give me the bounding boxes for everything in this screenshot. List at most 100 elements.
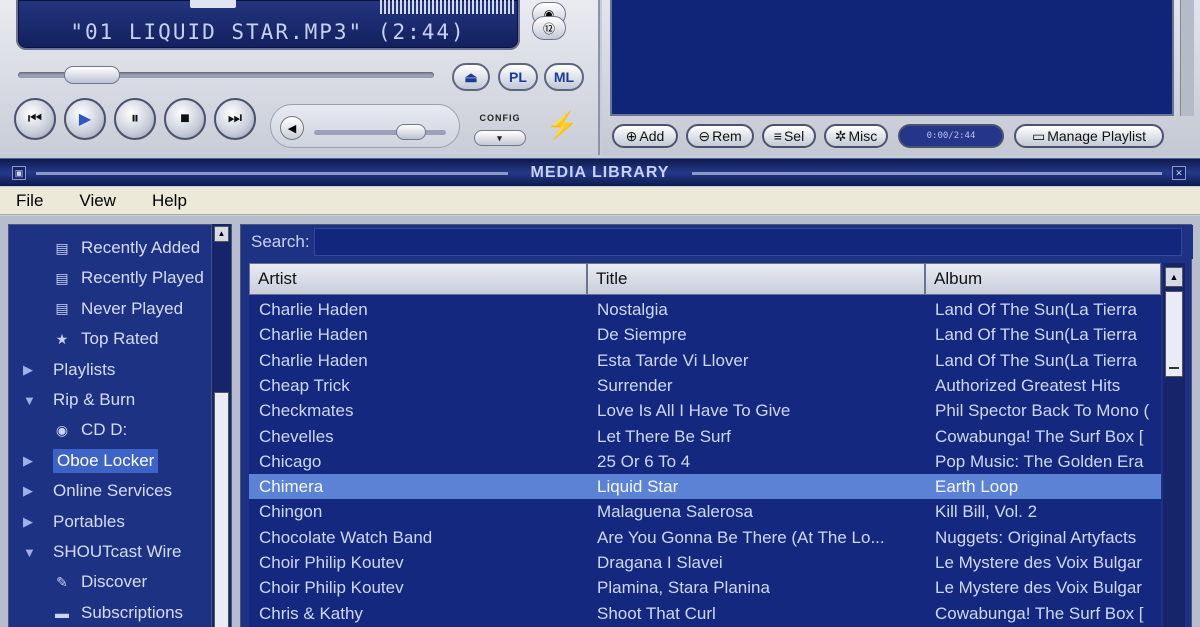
collapse-icon[interactable]: ▼ (23, 545, 41, 560)
library-main: Search: Artist Title Album Charlie Haden… (240, 224, 1193, 627)
album-cell: Phil Spector Back To Mono ( (935, 401, 1150, 421)
tree-item-label: Portables (53, 511, 125, 531)
artist-cell: Chicago (259, 451, 322, 471)
tree-item[interactable]: ▼ SHOUTcast Wire (9, 537, 181, 567)
misc-button[interactable]: ✲ Misc (824, 124, 888, 148)
player-panel: "01 LIQUID STAR.MP3" (2:44) ◉ ⑫ ⏏ PL ML … (0, 0, 600, 155)
title-cell: De Siempre (597, 325, 687, 345)
tree-scroll-thumb[interactable] (214, 392, 229, 627)
table-row[interactable]: Cheap Trick Surrender Authorized Greatest … (249, 373, 1161, 398)
table-row[interactable]: Charlie Haden Esta Tarde Vi Llover Land Of… (249, 348, 1161, 373)
scroll-up-icon[interactable]: ▲ (1165, 267, 1183, 287)
expand-icon[interactable]: ▶ (23, 514, 41, 530)
artist-cell: Checkmates (259, 401, 354, 421)
column-header-album[interactable]: Album (925, 263, 1161, 295)
tree-item-label: Never Played (81, 298, 184, 318)
tree-item[interactable]: ✎ Discover (51, 567, 147, 597)
table-row[interactable]: Chimera Liquid Star Earth Loop (249, 474, 1161, 500)
close-icon[interactable]: ✕ (1172, 166, 1186, 180)
menu-view[interactable]: View (79, 191, 116, 211)
eject-button[interactable]: ⏏ (452, 63, 490, 91)
table-row[interactable]: Charlie Haden De Siempre Land Of The Sun(L… (249, 322, 1161, 347)
misc-icon: ✲ (834, 127, 847, 144)
table-row[interactable]: Choir Philip Koutev Dragana I Slavei Le My… (249, 550, 1161, 575)
tree-item[interactable]: ▶ Playlists (9, 355, 115, 385)
eject-icon: ⏏ (464, 68, 478, 85)
album-cell: Authorized Greatest Hits (935, 375, 1121, 395)
album-cell: Le Mystere des Voix Bulgar (935, 578, 1142, 598)
artist-cell: Chingon (259, 502, 323, 522)
album-cell: Land Of The Sun(La Tierra (935, 300, 1137, 319)
play-button[interactable]: ▶ (64, 98, 106, 140)
search-input[interactable] (313, 228, 1182, 256)
kbps-indicator (190, 0, 236, 8)
collapse-icon[interactable]: ▼ (23, 393, 41, 408)
manage-playlist-button[interactable]: ▭ Manage Playlist (1014, 124, 1164, 148)
tree-item[interactable]: ▶ Portables (9, 507, 125, 537)
expand-icon[interactable]: ▶ (23, 362, 41, 378)
tree-item[interactable]: ▼ Rip & Burn (9, 385, 135, 415)
scroll-up-icon[interactable]: ▲ (214, 226, 229, 242)
table-row[interactable]: Charlie Haden Nostalgia Land Of The Sun(La… (249, 297, 1161, 322)
tree-item[interactable]: ▶ Oboe Locker (9, 446, 159, 476)
select-button[interactable]: ≡ Sel (762, 124, 816, 148)
star-doc-icon: ★ (55, 330, 69, 347)
next-button[interactable]: ⏭ (214, 98, 256, 140)
table-row[interactable]: Choir Philip Koutev Plamina, Stara Planin… (249, 575, 1161, 600)
pause-button[interactable]: ⏸ (114, 98, 156, 140)
list-icon: ≡ (773, 128, 782, 144)
tree-item[interactable]: ◉ CD D: (51, 415, 127, 445)
table-row[interactable]: Chris & Kathy Shoot That Curl Cowabunga! T… (249, 601, 1161, 626)
add-button[interactable]: ⊕ Add (612, 124, 678, 148)
previous-button[interactable]: ⏮ (14, 98, 56, 140)
album-cell: Cowabunga! The Surf Box [ (935, 426, 1144, 446)
artist-cell: Cheap Trick (259, 375, 350, 395)
playlist-scrollbar[interactable] (1180, 0, 1194, 116)
remove-button[interactable]: ⊖ Rem (686, 124, 754, 148)
stop-icon: ■ (180, 110, 190, 127)
tree-item[interactable]: ▶ Online Services (9, 476, 172, 506)
previous-icon: ⏮ (27, 110, 43, 127)
tree-item-label: Recently Added (81, 238, 201, 257)
remove-icon: ⊖ (698, 127, 711, 144)
column-header-title[interactable]: Title (587, 263, 925, 295)
repeat-button[interactable]: ⑫ (532, 16, 566, 40)
next-icon: ⏭ (227, 110, 243, 127)
media-library-titlebar[interactable]: ▣ MEDIA LIBRARY ✕ (0, 158, 1200, 186)
doc-icon: ▤ (55, 239, 69, 256)
menu-help[interactable]: Help (152, 191, 187, 211)
stop-button[interactable]: ■ (164, 98, 206, 140)
playlist-list[interactable] (610, 0, 1174, 116)
tree-scrollbar[interactable]: ▲ (211, 224, 231, 627)
title-cell: Are You Gonna Be There (At The Lo... (597, 527, 885, 547)
tree-item[interactable]: ▬ Subscriptions (51, 598, 183, 627)
folder-icon: ▭ (1031, 127, 1046, 144)
volume-slider[interactable] (314, 130, 446, 135)
tree-item[interactable]: ▤ Recently Played (51, 263, 203, 293)
expand-icon[interactable]: ▶ (23, 453, 41, 469)
tree-item[interactable]: ▤ Recently Added (51, 233, 200, 263)
table-scrollbar[interactable]: ▲ (1163, 263, 1185, 627)
config-control[interactable]: CONFIG ▾ (470, 108, 530, 152)
album-cell: Cowabunga! The Surf Box [ (935, 603, 1144, 623)
title-cell: Let There Be Surf (597, 426, 731, 446)
tree-item[interactable]: ▤ Never Played (51, 294, 183, 324)
column-header-artist[interactable]: Artist (249, 263, 587, 295)
playlist-toggle-button[interactable]: PL (498, 63, 538, 91)
table-row[interactable]: Chingon Malaguena Salerosa Kill Bill, Vol.… (249, 499, 1161, 524)
table-scroll-thumb[interactable] (1165, 291, 1183, 377)
menu-file[interactable]: File (16, 191, 43, 211)
library-toggle-button[interactable]: ML (544, 63, 584, 91)
table-row[interactable]: Chocolate Watch Band Are You Gonna Be The… (249, 525, 1161, 550)
seek-knob[interactable] (64, 66, 120, 84)
table-row[interactable]: Chevelles Let There Be Surf Cowabunga! The… (249, 424, 1161, 449)
table-row[interactable]: Checkmates Love Is All I Have To Give Phil… (249, 398, 1161, 423)
artist-cell: Chevelles (259, 426, 334, 446)
volume-knob[interactable] (396, 124, 426, 140)
table-row[interactable]: Chicago 25 Or 6 To 4 Pop Music: The Golden… (249, 449, 1161, 474)
title-cell: Malaguena Salerosa (597, 502, 753, 522)
config-arrow-button[interactable]: ▾ (474, 130, 526, 146)
volume-speaker-icon[interactable]: ◀ (280, 116, 304, 140)
tree-item[interactable]: ★ Top Rated (51, 324, 159, 354)
expand-icon[interactable]: ▶ (23, 483, 41, 499)
